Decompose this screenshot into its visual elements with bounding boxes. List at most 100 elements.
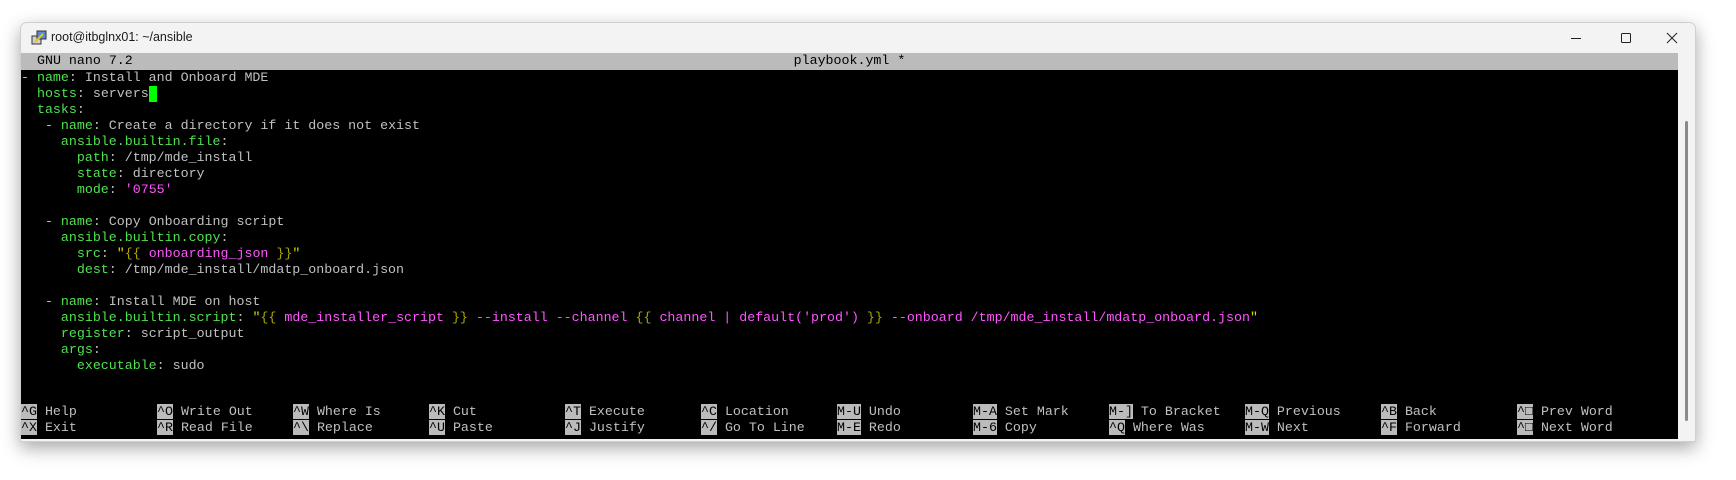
shortcut-label: Paste — [444, 420, 493, 435]
editor-line[interactable]: ansible.builtin.file: — [21, 134, 1258, 150]
editor-line[interactable]: dest: /tmp/mde_install/mdatp_onboard.jso… — [21, 262, 1258, 278]
shortcut-key: ^K — [429, 404, 445, 419]
editor-line[interactable] — [21, 278, 1258, 294]
shortcut-label: Undo — [860, 404, 901, 419]
shortcut-label: Location — [716, 404, 789, 419]
code-token: {{ — [260, 310, 277, 325]
shortcut-item[interactable]: ^W Where Is — [293, 404, 381, 420]
minimize-icon — [1571, 38, 1581, 39]
title-bar[interactable]: root@itbglnx01: ~/ansible — [21, 23, 1695, 53]
editor-line[interactable]: - name: Copy Onboarding script — [21, 214, 1258, 230]
shortcut-item[interactable]: ^F Forward — [1381, 420, 1461, 436]
shortcut-label: Where Is — [308, 404, 381, 419]
shortcut-item[interactable]: M-A Set Mark — [973, 404, 1069, 420]
editor-line[interactable]: path: /tmp/mde_install — [21, 150, 1258, 166]
code-token: : Install and Onboard MDE — [68, 70, 269, 85]
code-token: executable — [76, 358, 157, 373]
code-token: name — [60, 118, 93, 133]
code-token: - — [44, 214, 61, 229]
editor-line[interactable]: - name: Install MDE on host — [21, 294, 1258, 310]
shortcut-item[interactable]: ^□ Next Word — [1517, 420, 1613, 436]
scrollbar[interactable] — [1685, 121, 1688, 421]
shortcut-item[interactable]: M-Q Previous — [1245, 404, 1341, 420]
shortcut-item[interactable]: ^U Paste — [429, 420, 493, 436]
code-token: path — [76, 150, 109, 165]
shortcut-item[interactable]: ^K Cut — [429, 404, 477, 420]
shortcut-key: ^T — [565, 404, 581, 419]
editor-line[interactable]: - name: Install and Onboard MDE — [21, 70, 1258, 86]
shortcut-label: Read File — [172, 420, 253, 435]
editor-line[interactable]: args: — [21, 342, 1258, 358]
code-token: --install --channel — [467, 310, 636, 325]
code-token: }} — [451, 310, 468, 325]
editor-line[interactable] — [21, 198, 1258, 214]
shortcut-label: Justify — [580, 420, 645, 435]
shortcut-item[interactable]: ^X Exit — [21, 420, 77, 436]
shortcut-item[interactable]: ^B Back — [1381, 404, 1437, 420]
code-token: - — [44, 294, 61, 309]
shortcut-label: Replace — [308, 420, 373, 435]
shortcut-item[interactable]: ^R Read File — [157, 420, 253, 436]
nano-header: playbook.yml * GNU nano 7.2 — [21, 53, 1678, 70]
putty-icon — [31, 30, 47, 45]
editor-line[interactable]: tasks: — [21, 102, 1258, 118]
code-token: - — [21, 70, 37, 85]
window-title: root@itbglnx01: ~/ansible — [51, 30, 193, 44]
shortcut-key: ^R — [157, 420, 173, 435]
shortcut-item[interactable]: ^G Help — [21, 404, 77, 420]
editor-buffer[interactable]: - name: Install and Onboard MDE hosts: s… — [21, 70, 1258, 374]
shortcut-item[interactable]: ^J Justify — [565, 420, 645, 436]
code-token: " — [116, 246, 125, 261]
shortcut-key: ^B — [1381, 404, 1397, 419]
shortcut-label: Exit — [36, 420, 77, 435]
editor-line[interactable]: hosts: servers — [21, 86, 1258, 102]
editor-line[interactable]: ansible.builtin.script: " {{ mde_installe… — [21, 310, 1258, 326]
close-button[interactable] — [1649, 23, 1695, 53]
shortcut-item[interactable]: M-E Redo — [837, 420, 901, 436]
shortcut-item[interactable]: ^□ Prev Word — [1517, 404, 1613, 420]
shortcut-key: ^G — [21, 404, 37, 419]
shortcut-label: Prev Word — [1532, 404, 1613, 419]
code-token: }} — [866, 310, 883, 325]
editor-line[interactable]: state: directory — [21, 166, 1258, 182]
shortcut-item[interactable]: ^/ Go To Line — [701, 420, 805, 436]
shortcut-label: Where Was — [1124, 420, 1205, 435]
shortcut-item[interactable]: M-U Undo — [837, 404, 901, 420]
code-token: {{ — [124, 246, 141, 261]
shortcut-item[interactable]: M-6 Copy — [973, 420, 1037, 436]
editor-line[interactable]: register: script_output — [21, 326, 1258, 342]
code-token: }} — [276, 246, 293, 261]
shortcut-key: ^F — [1381, 420, 1397, 435]
maximize-button[interactable] — [1603, 23, 1649, 53]
code-token: '0755' — [124, 182, 173, 197]
editor-line[interactable]: src: "{{ onboarding_json }}" — [21, 246, 1258, 262]
code-token: : servers — [76, 86, 149, 101]
shortcut-key: ^U — [429, 420, 445, 435]
shortcut-item[interactable]: ^T Execute — [565, 404, 645, 420]
editor-line[interactable]: ansible.builtin.copy: — [21, 230, 1258, 246]
shortcut-item[interactable]: M-W Next — [1245, 420, 1309, 436]
editor-line[interactable]: mode: '0755' — [21, 182, 1258, 198]
minimize-button[interactable] — [1553, 23, 1599, 53]
code-token: name — [36, 70, 69, 85]
text-cursor — [148, 86, 157, 102]
code-token: {{ — [635, 310, 652, 325]
shortcut-label: Go To Line — [716, 420, 805, 435]
shortcut-label: Execute — [580, 404, 645, 419]
shortcut-item[interactable]: M-] To Bracket — [1109, 404, 1221, 420]
shortcut-item[interactable]: ^Q Where Was — [1109, 420, 1205, 436]
terminal-area[interactable]: playbook.yml * GNU nano 7.2 - name: Inst… — [21, 53, 1678, 439]
code-token: register — [60, 326, 125, 341]
code-token: name — [60, 214, 93, 229]
shortcut-item[interactable]: ^C Location — [701, 404, 789, 420]
editor-line[interactable]: executable: sudo — [21, 358, 1258, 374]
shortcut-item[interactable]: ^O Write Out — [157, 404, 253, 420]
code-token: onboarding_json — [140, 246, 277, 261]
shortcut-key: ^□ — [1517, 404, 1533, 419]
shortcut-item[interactable]: ^\ Replace — [293, 420, 373, 436]
editor-line[interactable]: - name: Create a directory if it does no… — [21, 118, 1258, 134]
shortcut-label: Next — [1268, 420, 1309, 435]
